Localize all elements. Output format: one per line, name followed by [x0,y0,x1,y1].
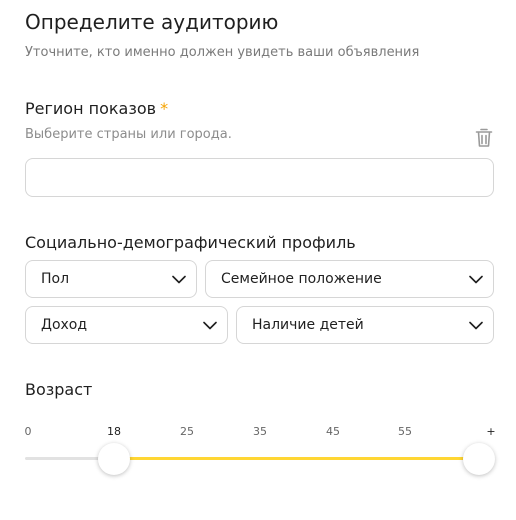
age-tick: 0 [24,425,32,438]
gender-select[interactable]: Пол [25,260,197,298]
region-hint: Выберите страны или города. [25,127,232,142]
age-tick: 18 [107,425,121,438]
profile-section-heading: Социально-демографический профиль [25,233,356,252]
page-subtitle: Уточните, кто именно должен увидеть ваши… [25,45,420,60]
age-tick: + [486,425,496,438]
marital-status-select-label: Семейное положение [221,271,382,287]
marital-status-select[interactable]: Семейное положение [205,260,494,298]
region-section-heading: Регион показов * [25,99,168,118]
required-mark: * [160,99,169,118]
slider-max-handle[interactable] [463,443,495,475]
page-title: Определите аудиторию [25,10,279,34]
slider-selected-range [114,457,479,460]
region-input[interactable] [25,158,494,197]
age-range-slider[interactable]: 0 18 25 35 45 55 + [24,425,496,485]
income-select[interactable]: Доход [25,306,228,344]
income-select-label: Доход [41,317,88,333]
children-select[interactable]: Наличие детей [236,306,494,344]
chevron-down-icon [469,321,483,329]
age-tick: 55 [398,425,412,438]
region-label: Регион показов [25,99,157,118]
slider-min-handle[interactable] [98,443,130,475]
children-select-label: Наличие детей [252,317,364,333]
age-tick: 45 [326,425,340,438]
trash-icon[interactable] [475,128,493,148]
chevron-down-icon [172,275,186,283]
age-tick-labels: 0 18 25 35 45 55 + [24,425,496,441]
chevron-down-icon [203,321,217,329]
age-section-heading: Возраст [25,380,93,399]
gender-select-label: Пол [41,271,70,287]
chevron-down-icon [469,275,483,283]
age-tick: 25 [180,425,194,438]
age-tick: 35 [253,425,267,438]
